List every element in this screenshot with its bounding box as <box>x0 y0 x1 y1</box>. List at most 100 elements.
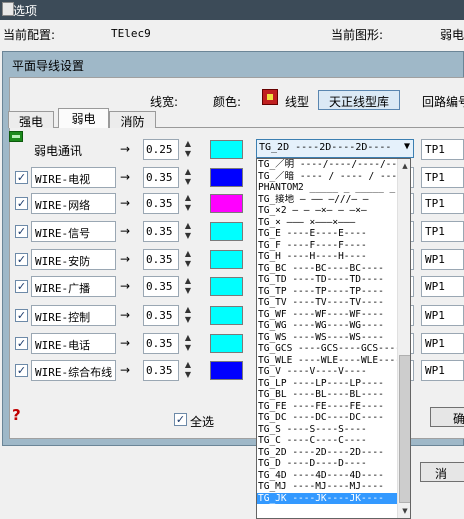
row-arrow-icon: → <box>120 279 131 293</box>
row-layer-name[interactable]: WIRE-控制 <box>31 305 116 326</box>
row-width-spinner[interactable]: ▲ ▼ <box>180 221 196 242</box>
tab-0[interactable]: 强电 <box>8 111 54 129</box>
row-layer-name[interactable]: WIRE-网络 <box>31 193 116 214</box>
dropdown-item[interactable]: TG_WG ----WG----WG---- <box>257 320 397 332</box>
row-layer-name[interactable]: WIRE-综合布线 <box>31 360 116 381</box>
row-width-spinner[interactable]: ▲ ▼ <box>180 305 196 326</box>
dropdown-item[interactable]: TG_4D ----4D----4D---- <box>257 470 397 482</box>
row-width-spinner[interactable]: ▲ ▼ <box>180 249 196 270</box>
row-checkbox[interactable]: ✓ <box>15 309 28 322</box>
ok-button[interactable]: 确 <box>430 407 464 427</box>
row-layer-name[interactable]: WIRE-广播 <box>31 276 116 297</box>
row-color-swatch[interactable] <box>210 140 243 159</box>
dropdown-item[interactable]: TG_GCS ----GCS----GCS---- <box>257 343 397 355</box>
row-checkbox[interactable]: ✓ <box>15 225 28 238</box>
row-line-width-input[interactable]: 0.35 <box>143 193 179 214</box>
dropdown-item[interactable]: TG_MJ ----MJ----MJ---- <box>257 481 397 493</box>
row-color-swatch[interactable] <box>210 361 243 380</box>
row-width-spinner[interactable]: ▲ ▼ <box>180 276 196 297</box>
dropdown-item[interactable]: TG_WF ----WF----WF---- <box>257 309 397 321</box>
dropdown-item[interactable]: TG_F ----F----F---- <box>257 240 397 252</box>
row-line-width-input[interactable]: 0.35 <box>143 333 179 354</box>
row-width-spinner[interactable]: ▲ ▼ <box>180 333 196 354</box>
dropdown-item[interactable]: TG_TD ----TD----TD---- <box>257 274 397 286</box>
dropdown-item[interactable]: TG_／明 ----/----/----/---- <box>257 159 397 171</box>
dropdown-item[interactable]: TG_TP ----TP----TP---- <box>257 286 397 298</box>
row-checkbox[interactable]: ✓ <box>15 280 28 293</box>
cancel-button[interactable]: 消 <box>420 462 464 482</box>
dropdown-item[interactable]: TG_E ----E----E---- <box>257 228 397 240</box>
row-line-width-input[interactable]: 0.35 <box>143 167 179 188</box>
dropdown-item[interactable]: TG_H ----H----H---- <box>257 251 397 263</box>
row-line-width-input[interactable]: 0.35 <box>143 305 179 326</box>
row-circuit-number-input[interactable]: TP1 <box>421 139 464 160</box>
dropdown-item[interactable]: TG_×2 — — —×— — —×— <box>257 205 397 217</box>
dropdown-item[interactable]: TG_WLE ----WLE----WLE---- <box>257 355 397 367</box>
row-line-width-input[interactable]: 0.35 <box>143 249 179 270</box>
dropdown-item[interactable]: TG_TV ----TV----TV---- <box>257 297 397 309</box>
dropdown-item[interactable]: TG_× ——— ×———×——— <box>257 217 397 229</box>
row-checkbox[interactable]: ✓ <box>15 253 28 266</box>
row-width-spinner[interactable]: ▲ ▼ <box>180 360 196 381</box>
window-title-bar: 选项 <box>0 0 464 20</box>
dropdown-item[interactable]: TG_D ----D----D---- <box>257 458 397 470</box>
row-line-width-input[interactable]: 0.35 <box>143 360 179 381</box>
row-color-swatch[interactable] <box>210 168 243 187</box>
row-circuit-number-input[interactable]: WP1 <box>421 276 464 297</box>
row-circuit-number-input[interactable]: WP1 <box>421 360 464 381</box>
row-circuit-number-input[interactable]: TP1 <box>421 221 464 242</box>
row-line-width-input[interactable]: 0.35 <box>143 221 179 242</box>
dropdown-item[interactable]: TG_C ----C----C---- <box>257 435 397 447</box>
dropdown-item[interactable]: TG_FE ----FE----FE---- <box>257 401 397 413</box>
row-color-swatch[interactable] <box>210 194 243 213</box>
help-icon[interactable]: ? <box>12 406 21 424</box>
row-circuit-number-input[interactable]: WP1 <box>421 249 464 270</box>
row-checkbox[interactable]: ✓ <box>15 364 28 377</box>
row-layer-name[interactable]: WIRE-信号 <box>31 221 116 242</box>
row-layer-name[interactable]: WIRE-电话 <box>31 333 116 354</box>
chevron-down-icon[interactable]: ▼ <box>404 141 410 152</box>
scroll-up-icon[interactable]: ▲ <box>398 159 410 173</box>
row-color-swatch[interactable] <box>210 222 243 241</box>
row-color-swatch[interactable] <box>210 250 243 269</box>
tab-1[interactable]: 弱电 <box>58 108 109 128</box>
line-type-combo-open[interactable]: TG_2D ----2D----2D---- ▼ <box>256 139 414 158</box>
row-checkbox[interactable]: ✓ <box>15 171 28 184</box>
dropdown-item[interactable]: TG_2D ----2D----2D---- <box>257 447 397 459</box>
row-circuit-number-input[interactable]: WP1 <box>421 305 464 326</box>
dropdown-scrollbar[interactable]: ▲ ▼ <box>397 159 410 518</box>
circuit-number-header: 回路编号 <box>422 95 464 109</box>
row-width-spinner[interactable]: ▲ ▼ <box>180 193 196 214</box>
dropdown-item[interactable]: PHANTOM2 _____ _ _____ _ <box>257 182 397 194</box>
row-line-width-input[interactable]: 0.35 <box>143 276 179 297</box>
dropdown-item[interactable]: TG_接地 — —— —///— — <box>257 194 397 206</box>
dropdown-item[interactable]: TG_BL ----BL----BL---- <box>257 389 397 401</box>
row-line-width-input[interactable]: 0.25 <box>143 139 179 160</box>
scroll-thumb[interactable] <box>399 355 410 503</box>
dropdown-item[interactable]: TG_V ----V----V---- <box>257 366 397 378</box>
dropdown-item[interactable]: TG_／暗 ---- / ---- / ---- <box>257 171 397 183</box>
select-all-checkbox[interactable]: ✓ <box>174 413 187 426</box>
row-color-swatch[interactable] <box>210 334 243 353</box>
row-circuit-number-input[interactable]: TP1 <box>421 193 464 214</box>
dropdown-item[interactable]: TG_S ----S----S---- <box>257 424 397 436</box>
dropdown-item[interactable]: TG_JK ----JK----JK---- <box>257 492 397 505</box>
tab-2[interactable]: 消防 <box>109 111 156 129</box>
dropdown-item[interactable]: TG_WS ----WS----WS---- <box>257 332 397 344</box>
row-layer-name[interactable]: WIRE-电视 <box>31 167 116 188</box>
row-layer-name[interactable]: WIRE-安防 <box>31 249 116 270</box>
row-width-spinner[interactable]: ▲ ▼ <box>180 139 196 160</box>
row-color-swatch[interactable] <box>210 277 243 296</box>
window-title: 选项 <box>13 4 38 18</box>
scroll-down-icon[interactable]: ▼ <box>398 504 410 518</box>
row-circuit-number-input[interactable]: TP1 <box>421 167 464 188</box>
dropdown-item[interactable]: TG_BC ----BC----BC---- <box>257 263 397 275</box>
row-checkbox[interactable]: ✓ <box>15 337 28 350</box>
row-checkbox[interactable]: ✓ <box>15 197 28 210</box>
row-width-spinner[interactable]: ▲ ▼ <box>180 167 196 188</box>
row-color-swatch[interactable] <box>210 306 243 325</box>
row-circuit-number-input[interactable]: WP1 <box>421 333 464 354</box>
dropdown-item[interactable]: TG_LP ----LP----LP---- <box>257 378 397 390</box>
line-library-button[interactable]: 天正线型库 <box>318 90 400 110</box>
dropdown-item[interactable]: TG_DC ----DC----DC---- <box>257 412 397 424</box>
